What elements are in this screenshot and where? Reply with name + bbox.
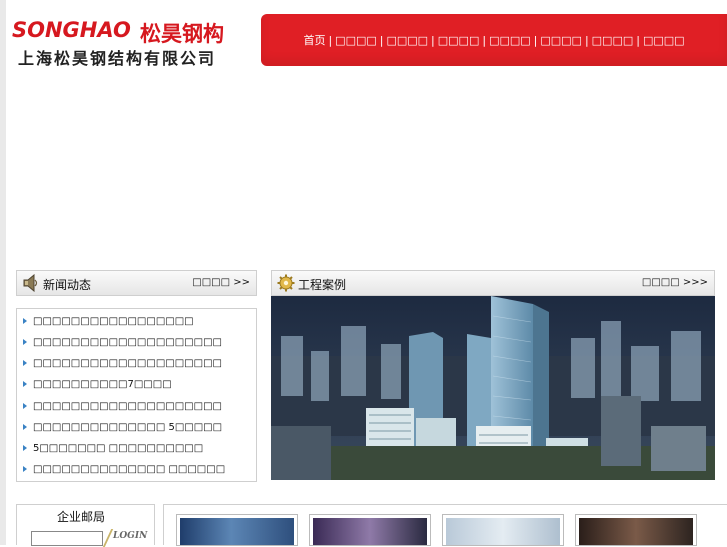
nav-separator: | [379, 33, 384, 47]
nav-message[interactable]: □□□□ [592, 34, 634, 47]
nav-home[interactable]: 首页 [303, 32, 325, 48]
project-thumbnail[interactable] [575, 514, 697, 546]
news-panel-header: 新闻动态 □□□□ >> [16, 270, 257, 296]
projects-more-link[interactable]: □□□□ >>> [642, 277, 708, 288]
nav-separator: | [328, 33, 333, 47]
project-thumbnail[interactable] [176, 514, 298, 546]
news-item[interactable]: □□□□□□□□□□□□□□ 5□□□□□ [23, 422, 222, 438]
news-item[interactable]: □□□□□□□□□□□□□□□□□□□□ [23, 358, 222, 374]
news-item[interactable]: □□□□□□□□□□□□□□□□□ [23, 316, 194, 332]
nav-separator: | [431, 33, 435, 47]
news-item[interactable]: □□□□□□□□□□□□□□□□□□□□ [23, 337, 222, 353]
nav-about[interactable]: □□□□ [335, 34, 377, 47]
news-list: □□□□□□□□□□□□□□□□□ □□□□□□□□□□□□□□□□□□□□ □… [16, 308, 257, 482]
logo-english: SONGHAO [12, 18, 131, 42]
mail-title: 企业邮局 [57, 510, 106, 524]
nav-separator: | [482, 33, 487, 47]
mail-login-panel: 企业邮局 LOGIN [16, 504, 155, 547]
project-thumbnails [163, 504, 727, 546]
project-thumbnail[interactable] [309, 514, 431, 546]
company-logo[interactable]: SONGHAO 松昊钢构 上海松昊钢结构有限公司 [12, 18, 252, 68]
nav-separator: | [533, 33, 538, 47]
bullet-icon [23, 339, 27, 345]
news-item[interactable]: □□□□□□□□□□□□□□□□□□□□ [23, 401, 222, 417]
nav-separator: | [584, 33, 589, 47]
thumbnail-image [446, 518, 560, 545]
bullet-icon [23, 424, 27, 430]
news-item[interactable]: □□□□□□□□□□7□□□□ [23, 379, 172, 395]
thumbnail-image [180, 518, 294, 545]
bullet-icon [23, 360, 27, 366]
nav-news[interactable]: □□□□ [386, 34, 428, 47]
news-title: 新闻动态 [43, 278, 92, 292]
logo-chinese: 松昊钢构 [140, 22, 224, 46]
thumbnail-image [313, 518, 427, 545]
project-thumbnail[interactable] [442, 514, 564, 546]
nav-honors[interactable]: □□□□ [540, 34, 582, 47]
nav-separator: | [636, 33, 640, 47]
speaker-icon [23, 274, 38, 292]
nav-products[interactable]: □□□□ [438, 34, 480, 47]
news-more-link[interactable]: □□□□ >> [192, 277, 250, 288]
bullet-icon [23, 403, 27, 409]
news-item[interactable]: 5□□□□□□□ □□□□□□□□□□ [23, 443, 203, 459]
left-edge-strip [0, 0, 6, 545]
main-nav: 首页 | □□□□ | □□□□ | □□□□ | □□□□ | □□□□ | … [261, 14, 727, 66]
login-button[interactable]: LOGIN [113, 531, 147, 541]
bullet-icon [23, 445, 27, 451]
gear-icon [277, 274, 295, 292]
project-photo[interactable] [271, 296, 715, 480]
bullet-icon [23, 318, 27, 324]
bullet-icon [23, 466, 27, 472]
city-skyline-image [271, 296, 715, 480]
nav-projects[interactable]: □□□□ [489, 34, 531, 47]
projects-title: 工程案例 [298, 278, 347, 292]
company-name: 上海松昊钢结构有限公司 [18, 49, 217, 68]
nav-contact[interactable]: □□□□ [643, 34, 685, 47]
news-item[interactable]: □□□□□□□□□□□□□□ □□□□□□ [23, 464, 225, 480]
thumbnail-image [579, 518, 693, 545]
mail-username-input[interactable] [31, 531, 103, 546]
bullet-icon [23, 381, 27, 387]
projects-panel-header: 工程案例 □□□□ >>> [271, 270, 715, 296]
